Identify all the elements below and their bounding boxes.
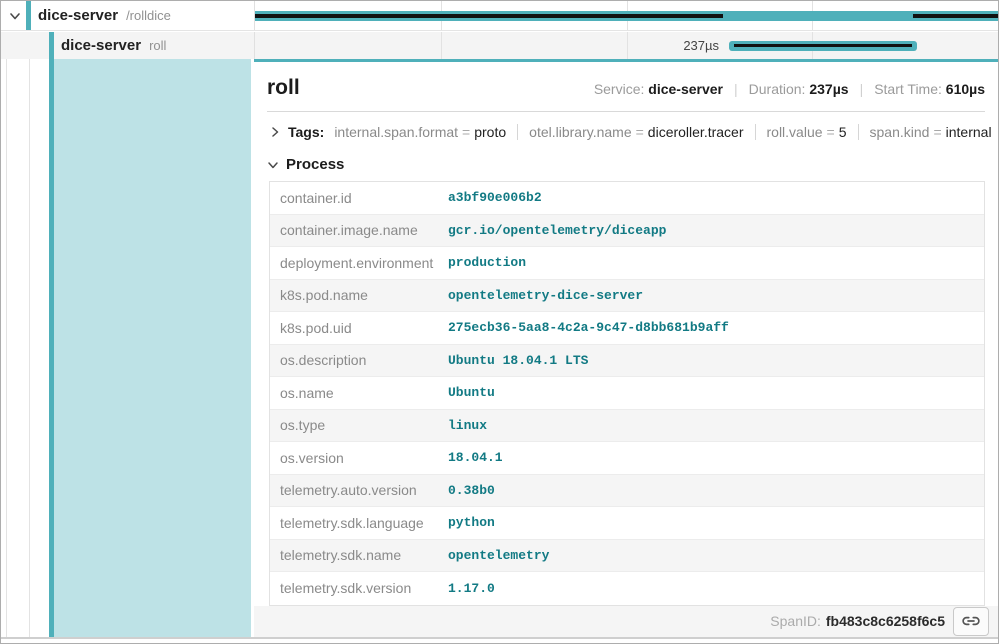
tag-separator bbox=[858, 124, 859, 140]
tags-accordion-toggle[interactable]: Tags: internal.span.format=proto otel.li… bbox=[267, 112, 985, 150]
span-self-time-marker bbox=[734, 44, 912, 47]
table-row: telemetry.sdk.version1.17.0 bbox=[270, 572, 984, 605]
table-row: os.nameUbuntu bbox=[270, 377, 984, 410]
selected-span-highlight bbox=[54, 59, 251, 637]
span-tree-rail bbox=[1, 59, 254, 639]
span-row-rolldice[interactable]: dice-server /rolldice bbox=[1, 1, 998, 31]
span-service-name: dice-server bbox=[38, 7, 118, 24]
table-row: os.typelinux bbox=[270, 410, 984, 443]
span-detail-footer: SpanID: fb483c8c6258f6c5 bbox=[254, 606, 998, 640]
table-row: telemetry.auto.version0.38b0 bbox=[270, 475, 984, 508]
span-self-time-marker bbox=[255, 14, 723, 18]
table-row: os.version18.04.1 bbox=[270, 442, 984, 475]
process-kv-table: container.ida3bf90e006b2 container.image… bbox=[269, 181, 985, 606]
tree-guide-line bbox=[29, 59, 30, 637]
table-row: deployment.environmentproduction bbox=[270, 247, 984, 280]
tag-summary-item: roll.value=5 bbox=[767, 124, 847, 140]
link-icon bbox=[962, 612, 980, 630]
jaeger-trace-detail-page: dice-server /rolldice dice-server roll bbox=[0, 0, 999, 644]
overview-separator: | bbox=[734, 81, 738, 97]
span-row-roll-selected[interactable]: dice-server roll 237µs bbox=[1, 32, 998, 59]
table-row: k8s.pod.nameopentelemetry-dice-server bbox=[270, 280, 984, 313]
span-bar-roll[interactable] bbox=[729, 41, 917, 51]
chevron-down-icon bbox=[267, 159, 279, 171]
tag-separator bbox=[755, 124, 756, 140]
overview-service: Service: dice-server bbox=[594, 81, 723, 97]
spanid-label: SpanID: bbox=[770, 613, 821, 629]
span-name-cell-roll[interactable]: dice-server roll bbox=[1, 32, 254, 59]
chevron-down-icon[interactable] bbox=[8, 9, 22, 23]
tag-summary-item: span.kind=internal bbox=[870, 124, 992, 140]
span-name-cell-rolldice[interactable]: dice-server /rolldice bbox=[1, 1, 254, 30]
span-bar-rolldice[interactable] bbox=[255, 11, 998, 21]
service-color-bar bbox=[49, 32, 54, 59]
process-accordion-toggle[interactable]: Process bbox=[267, 150, 985, 181]
table-row: k8s.pod.uid275ecb36-5aa8-4c2a-9c47-d8bb6… bbox=[270, 312, 984, 345]
span-operation-name: roll bbox=[149, 38, 166, 53]
timeline-cell-roll[interactable]: 237µs bbox=[254, 32, 998, 59]
chevron-right-icon bbox=[269, 126, 281, 138]
span-detail-title: roll bbox=[267, 76, 300, 100]
process-header-label: Process bbox=[286, 156, 344, 173]
table-row: container.image.namegcr.io/opentelemetry… bbox=[270, 215, 984, 248]
table-row: telemetry.sdk.nameopentelemetry bbox=[270, 540, 984, 573]
deep-link-button[interactable] bbox=[953, 607, 989, 636]
span-overview: Service: dice-server | Duration: 237µs |… bbox=[594, 81, 985, 97]
service-color-bar bbox=[26, 1, 31, 30]
table-row: container.ida3bf90e006b2 bbox=[270, 182, 984, 215]
overview-separator: | bbox=[860, 81, 864, 97]
span-service-name: dice-server bbox=[61, 37, 141, 54]
spanid-value: fb483c8c6258f6c5 bbox=[826, 613, 945, 629]
tag-separator bbox=[517, 124, 518, 140]
tree-guide-line bbox=[6, 59, 7, 637]
tag-summary-item: internal.span.format=proto bbox=[334, 124, 506, 140]
span-detail-panel: roll Service: dice-server | Duration: 23… bbox=[254, 59, 998, 639]
overview-start-time: Start Time: 610µs bbox=[874, 81, 985, 97]
table-row: os.descriptionUbuntu 18.04.1 LTS bbox=[270, 345, 984, 378]
table-row: telemetry.sdk.languagepython bbox=[270, 507, 984, 540]
span-detail-header: roll Service: dice-server | Duration: 23… bbox=[267, 62, 985, 112]
span-operation-name: /rolldice bbox=[126, 8, 171, 23]
span-duration-label: 237µs bbox=[255, 32, 719, 59]
tags-header-label: Tags: bbox=[288, 124, 324, 140]
overview-duration: Duration: 237µs bbox=[749, 81, 849, 97]
tag-summary-item: otel.library.name=diceroller.tracer bbox=[529, 124, 743, 140]
timeline-cell-rolldice[interactable] bbox=[254, 1, 998, 30]
span-self-time-marker bbox=[913, 14, 998, 18]
